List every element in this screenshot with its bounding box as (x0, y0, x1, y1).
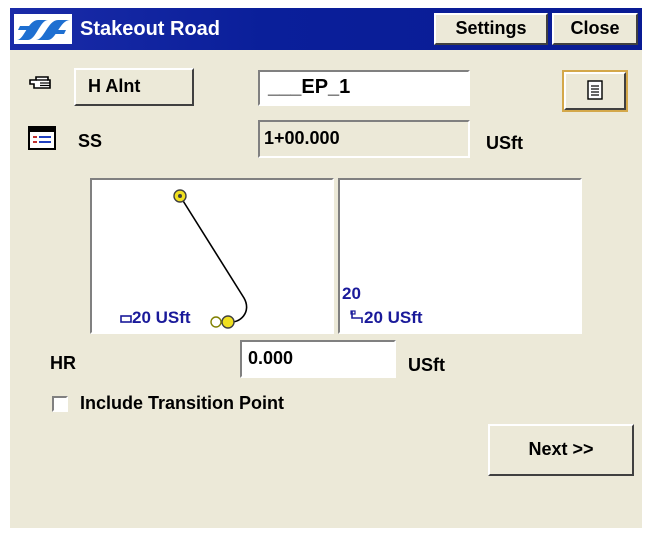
station-field: 1+00.000 (258, 120, 470, 158)
scale-bar-icon (350, 310, 363, 323)
title-bar: Stakeout Road Settings Close (10, 8, 642, 50)
document-icon (587, 80, 603, 100)
station-label: SS (78, 131, 103, 151)
end-point-marker (221, 315, 235, 329)
include-transition-checkbox[interactable] (52, 396, 68, 412)
stakeout-road-window: Stakeout Road Settings Close H Alnt ___E… (10, 8, 642, 528)
plan-view-panel[interactable]: 20 USft (90, 178, 334, 334)
close-button[interactable]: Close (552, 13, 638, 45)
next-button[interactable]: Next >> (488, 424, 634, 476)
app-logo-icon (14, 14, 72, 44)
scale-bar-icon (120, 315, 132, 323)
hr-label: HR (50, 353, 76, 373)
plan-scale-label: 20 USft (132, 308, 191, 327)
hr-input[interactable]: 0.000 (240, 340, 396, 378)
settings-button[interactable]: Settings (434, 13, 548, 45)
horizontal-alignment-button[interactable]: H Alnt (74, 68, 194, 106)
alignment-options-button[interactable] (562, 70, 628, 112)
profile-view-panel[interactable]: 20 20 USft (338, 178, 582, 334)
list-icon (28, 126, 56, 150)
alignment-plan-graphic (173, 189, 248, 329)
profile-vertical-scale-label: 20 (342, 284, 361, 303)
profile-scale-label: 20 USft (364, 308, 423, 327)
hand-pointer-icon (29, 76, 51, 89)
include-transition-label[interactable]: Include Transition Point (80, 392, 284, 414)
alignment-name-field[interactable]: ___EP_1 (258, 70, 470, 106)
window-title: Stakeout Road (80, 18, 221, 40)
hr-unit: USft (408, 355, 445, 375)
station-unit: USft (486, 133, 523, 153)
